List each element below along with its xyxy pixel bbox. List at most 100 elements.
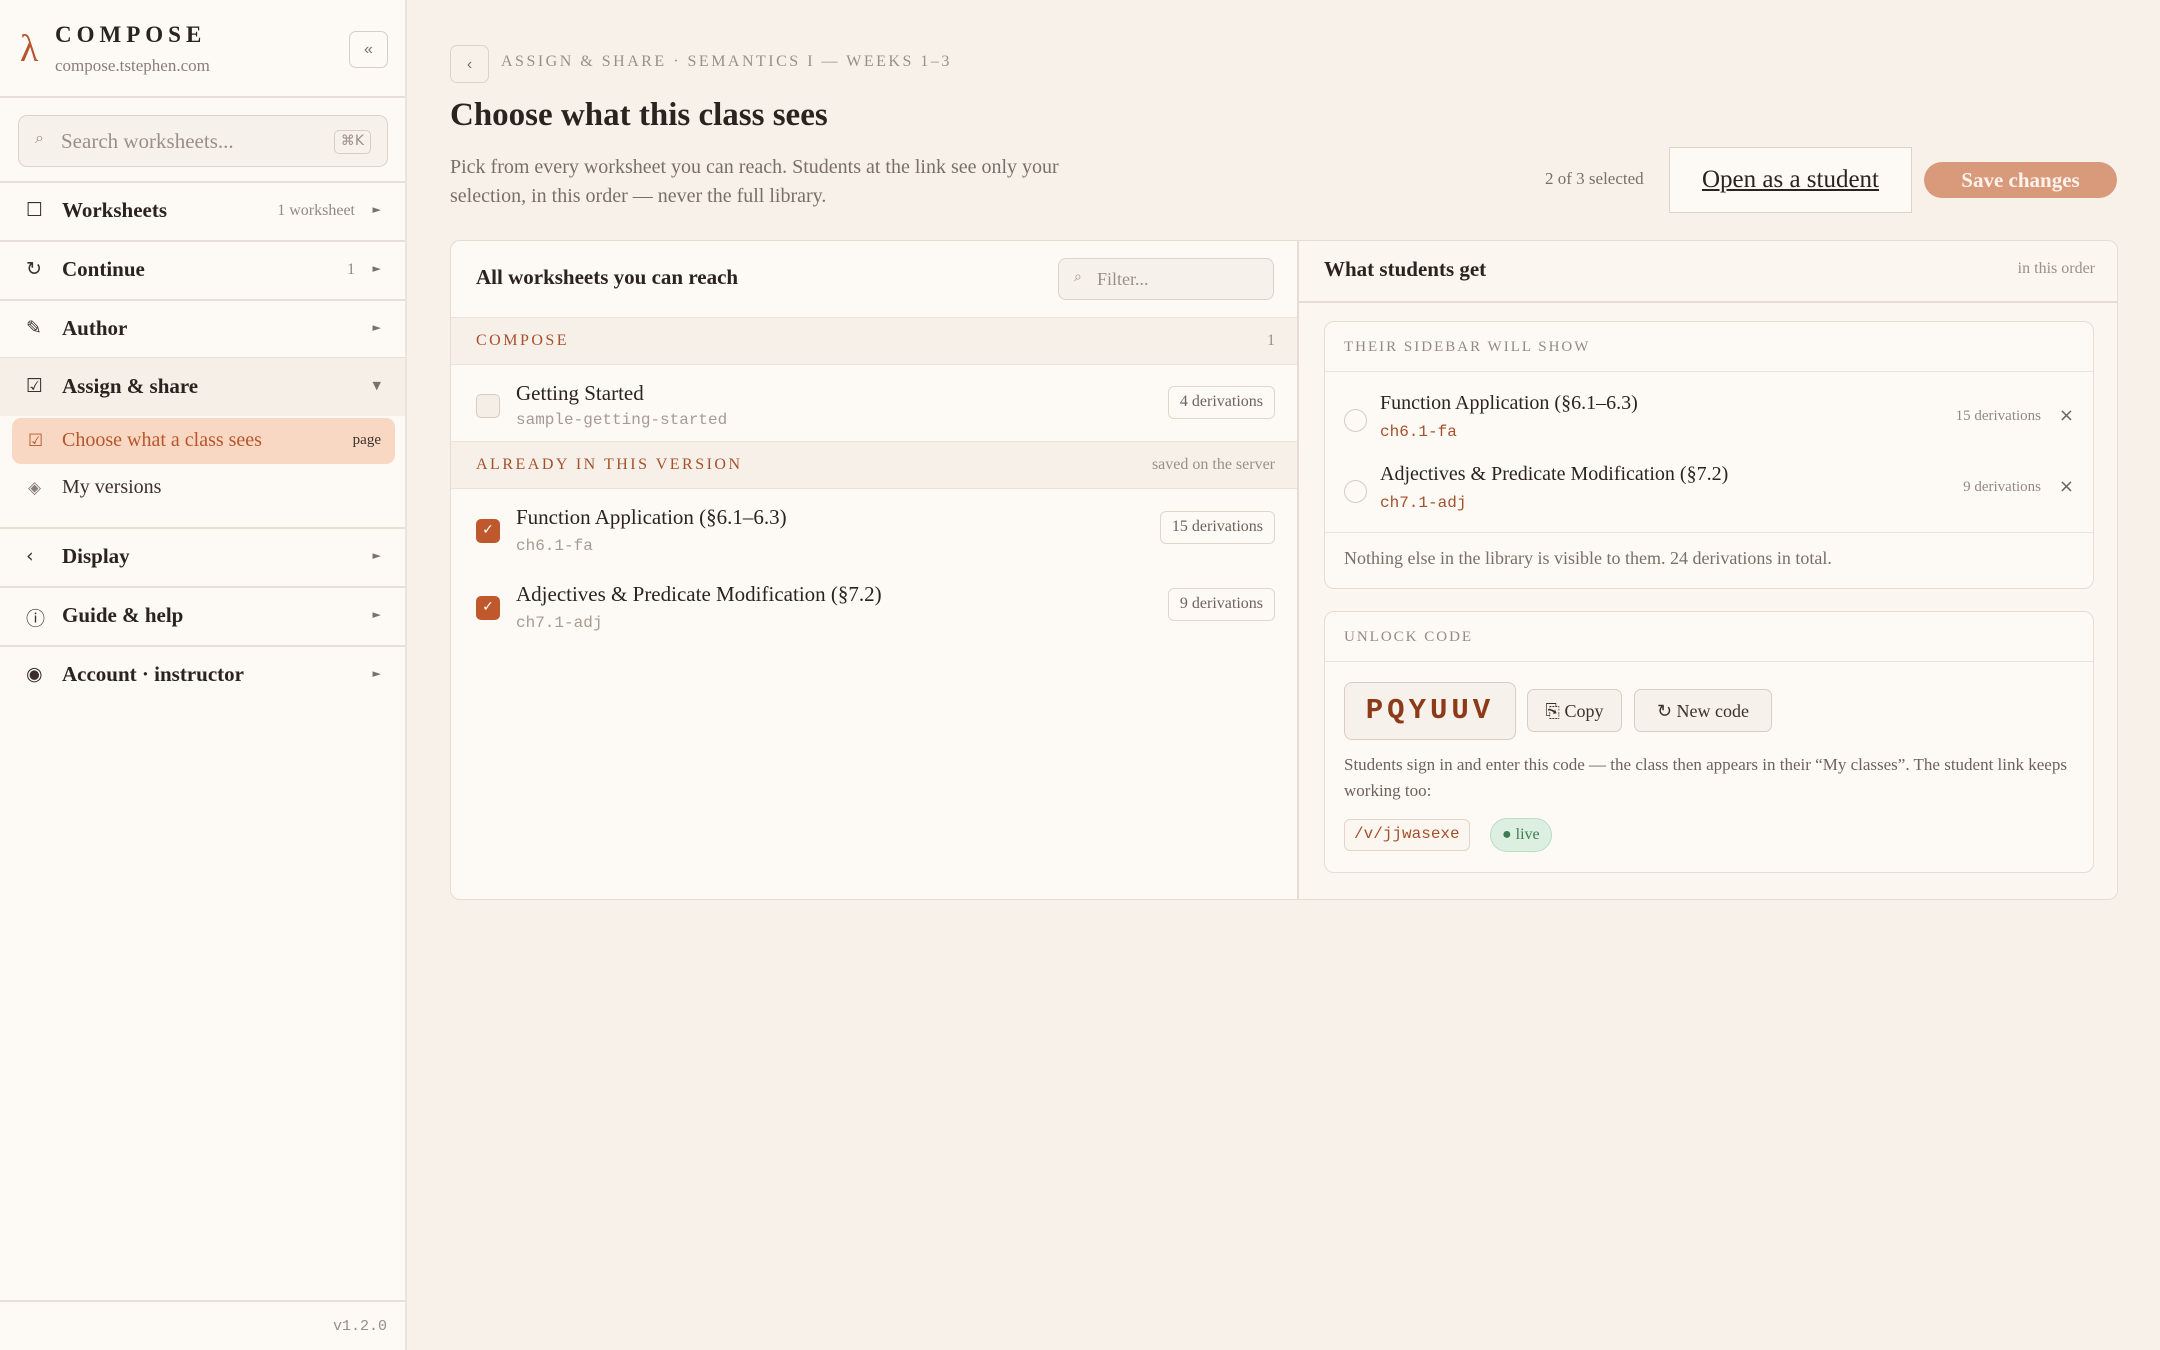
- save-changes-button[interactable]: Save changes: [1924, 162, 2117, 198]
- worksheet-name: Function Application (§6.1–6.3): [516, 505, 787, 529]
- derivation-count: 9 derivations: [1963, 479, 2041, 495]
- filter-input[interactable]: [1097, 267, 1257, 291]
- library-title: All worksheets you can reach: [476, 265, 739, 289]
- card-header: UNLOCK CODE: [1325, 612, 2093, 662]
- sidebar-item-author[interactable]: ✎ Author ►: [0, 300, 405, 358]
- diamond-icon: ◈: [28, 478, 42, 498]
- unlock-help-text: Students sign in and enter this code — t…: [1344, 755, 2067, 800]
- sidebar-item-label: Worksheets: [62, 198, 167, 222]
- group-title: COMPOSE: [476, 332, 570, 349]
- copy-code-button[interactable]: ⎘ Copy: [1527, 689, 1622, 732]
- sidebar: λ COMPOSE compose.tstephen.com « ⌕ ⌘K ☐ …: [0, 0, 407, 1350]
- sidebar-preview-card: THEIR SIDEBAR WILL SHOW Function Applica…: [1324, 321, 2094, 589]
- worksheets-icon: ☐: [26, 199, 44, 221]
- breadcrumb: ASSIGN & SHARE · SEMANTICS I — WEEKS 1–3: [501, 53, 952, 70]
- page-description: Pick from every worksheet you can reach.…: [450, 156, 1059, 207]
- sidebar-item-worksheets[interactable]: ☐ Worksheets 1 worksheet ►: [0, 182, 405, 240]
- divider: [0, 96, 405, 98]
- remove-icon[interactable]: ×: [2059, 405, 2074, 426]
- display-icon: ‹: [26, 545, 34, 567]
- back-button[interactable]: ‹: [450, 45, 489, 83]
- sidebar-item-label: Assign & share: [62, 374, 199, 398]
- collapse-sidebar-button[interactable]: «: [349, 31, 388, 68]
- card-header: THEIR SIDEBAR WILL SHOW: [1325, 322, 2093, 372]
- worksheet-name: Adjectives & Predicate Modification (§7.…: [1380, 463, 1729, 485]
- remove-icon[interactable]: ×: [2059, 476, 2074, 497]
- worksheet-row[interactable]: ✓ Function Application (§6.1–6.3) ch6.1-…: [451, 491, 1297, 565]
- sidebar-item-label: Guide & help: [62, 603, 184, 627]
- group-header-compose: COMPOSE 1: [451, 317, 1297, 365]
- selected-worksheet-row[interactable]: Function Application (§6.1–6.3) ch6.1-fa…: [1325, 374, 2093, 446]
- search-box[interactable]: ⌕ ⌘K: [18, 115, 388, 167]
- chevron-right-icon: ►: [372, 262, 381, 275]
- order-note: in this order: [2017, 260, 2095, 277]
- divider: [1299, 301, 2117, 303]
- sidebar-item-guide[interactable]: ⓘ Guide & help ►: [0, 587, 405, 645]
- unlock-code: PQYUUV: [1344, 682, 1516, 740]
- worksheet-checkbox[interactable]: [476, 394, 500, 418]
- sidebar-subitem-my-versions[interactable]: ◈ My versions: [12, 465, 395, 511]
- worksheet-name: Function Application (§6.1–6.3): [1380, 392, 1638, 414]
- worksheet-row[interactable]: ✓ Adjectives & Predicate Modification (§…: [451, 568, 1297, 642]
- chevron-right-icon: ►: [372, 608, 381, 621]
- page-badge: page: [352, 432, 381, 448]
- checkbox-icon: ☑: [28, 431, 44, 451]
- search-input[interactable]: [61, 126, 301, 156]
- chevron-right-icon: ►: [372, 203, 381, 216]
- chevron-right-icon: ►: [372, 321, 381, 334]
- account-icon: ◉: [26, 663, 43, 685]
- card-footer: Nothing else in the library is visible t…: [1325, 532, 2093, 588]
- worksheet-slug: ch7.1-adj: [516, 614, 603, 632]
- app-version: v1.2.0: [332, 1318, 387, 1335]
- new-code-button[interactable]: ↻ New code: [1634, 689, 1772, 732]
- sidebar-item-display[interactable]: ‹ Display ►: [0, 528, 405, 586]
- worksheet-name: Adjectives & Predicate Modification (§7.…: [516, 582, 882, 606]
- sidebar-item-assign-share[interactable]: ☑ Assign & share ▼: [0, 358, 405, 416]
- drag-handle-radio[interactable]: [1344, 409, 1367, 432]
- checkbox-icon: ☑: [26, 375, 44, 397]
- sidebar-item-account[interactable]: ◉ Account · instructor ►: [0, 646, 405, 704]
- chevron-right-icon: ►: [372, 549, 381, 562]
- open-as-student-button[interactable]: Open as a student: [1669, 147, 1912, 213]
- worksheet-slug: sample-getting-started: [516, 411, 728, 429]
- derivation-count-badge: 9 derivations: [1167, 588, 1275, 621]
- worksheet-name: Getting Started: [516, 381, 644, 405]
- drag-handle-radio[interactable]: [1344, 480, 1367, 503]
- brand: λ COMPOSE compose.tstephen.com: [20, 22, 390, 82]
- sidebar-item-label: Account · instructor: [62, 662, 244, 686]
- sidebar-item-label: Author: [62, 316, 128, 340]
- sidebar-subitem-choose-class[interactable]: ☑ Choose what a class sees page: [12, 418, 395, 464]
- group-count: 1: [1267, 332, 1275, 349]
- assignment-panel: All worksheets you can reach ⌕ COMPOSE 1…: [450, 240, 2118, 900]
- divider: [0, 1300, 405, 1302]
- group-title: ALREADY IN THIS VERSION: [476, 456, 743, 473]
- worksheet-row[interactable]: Getting Started sample-getting-started 4…: [451, 365, 1297, 439]
- students-pane: What students get in this order THEIR SI…: [1299, 241, 2117, 899]
- filter-box[interactable]: ⌕: [1058, 258, 1274, 300]
- chevron-down-icon: ▼: [372, 379, 381, 392]
- derivation-count: 15 derivations: [1955, 408, 2041, 424]
- worksheet-slug: ch6.1-fa: [516, 537, 593, 555]
- pencil-icon: ✎: [26, 317, 42, 339]
- sidebar-item-label: Continue: [62, 257, 145, 281]
- selected-worksheet-row[interactable]: Adjectives & Predicate Modification (§7.…: [1325, 446, 2093, 518]
- derivation-count-badge: 15 derivations: [1159, 511, 1275, 544]
- card-title: THEIR SIDEBAR WILL SHOW: [1344, 339, 1591, 355]
- refresh-icon: ↻: [26, 258, 42, 280]
- visibility-summary: Nothing else in the library is visible t…: [1344, 548, 1832, 568]
- worksheet-checkbox[interactable]: ✓: [476, 596, 500, 620]
- sidebar-item-continue[interactable]: ↻ Continue 1 ►: [0, 241, 405, 299]
- worksheet-checkbox[interactable]: ✓: [476, 519, 500, 543]
- selection-count: 2 of 3 selected: [1545, 169, 1644, 188]
- sidebar-item-label: Display: [62, 544, 130, 568]
- lambda-logo-icon: λ: [20, 28, 39, 70]
- group-header-already-in-version: ALREADY IN THIS VERSION saved on the ser…: [451, 441, 1297, 489]
- worksheet-slug: ch6.1-fa: [1380, 423, 1457, 441]
- card-title: UNLOCK CODE: [1344, 629, 1474, 645]
- info-icon: ⓘ: [26, 608, 46, 630]
- worksheet-count: 1 worksheet: [277, 202, 355, 219]
- search-shortcut: ⌘K: [333, 130, 371, 154]
- sidebar-item-label: Choose what a class sees: [62, 429, 262, 451]
- page-title: Choose what this class sees: [450, 97, 828, 133]
- student-link[interactable]: /v/jjwasexe: [1344, 819, 1470, 851]
